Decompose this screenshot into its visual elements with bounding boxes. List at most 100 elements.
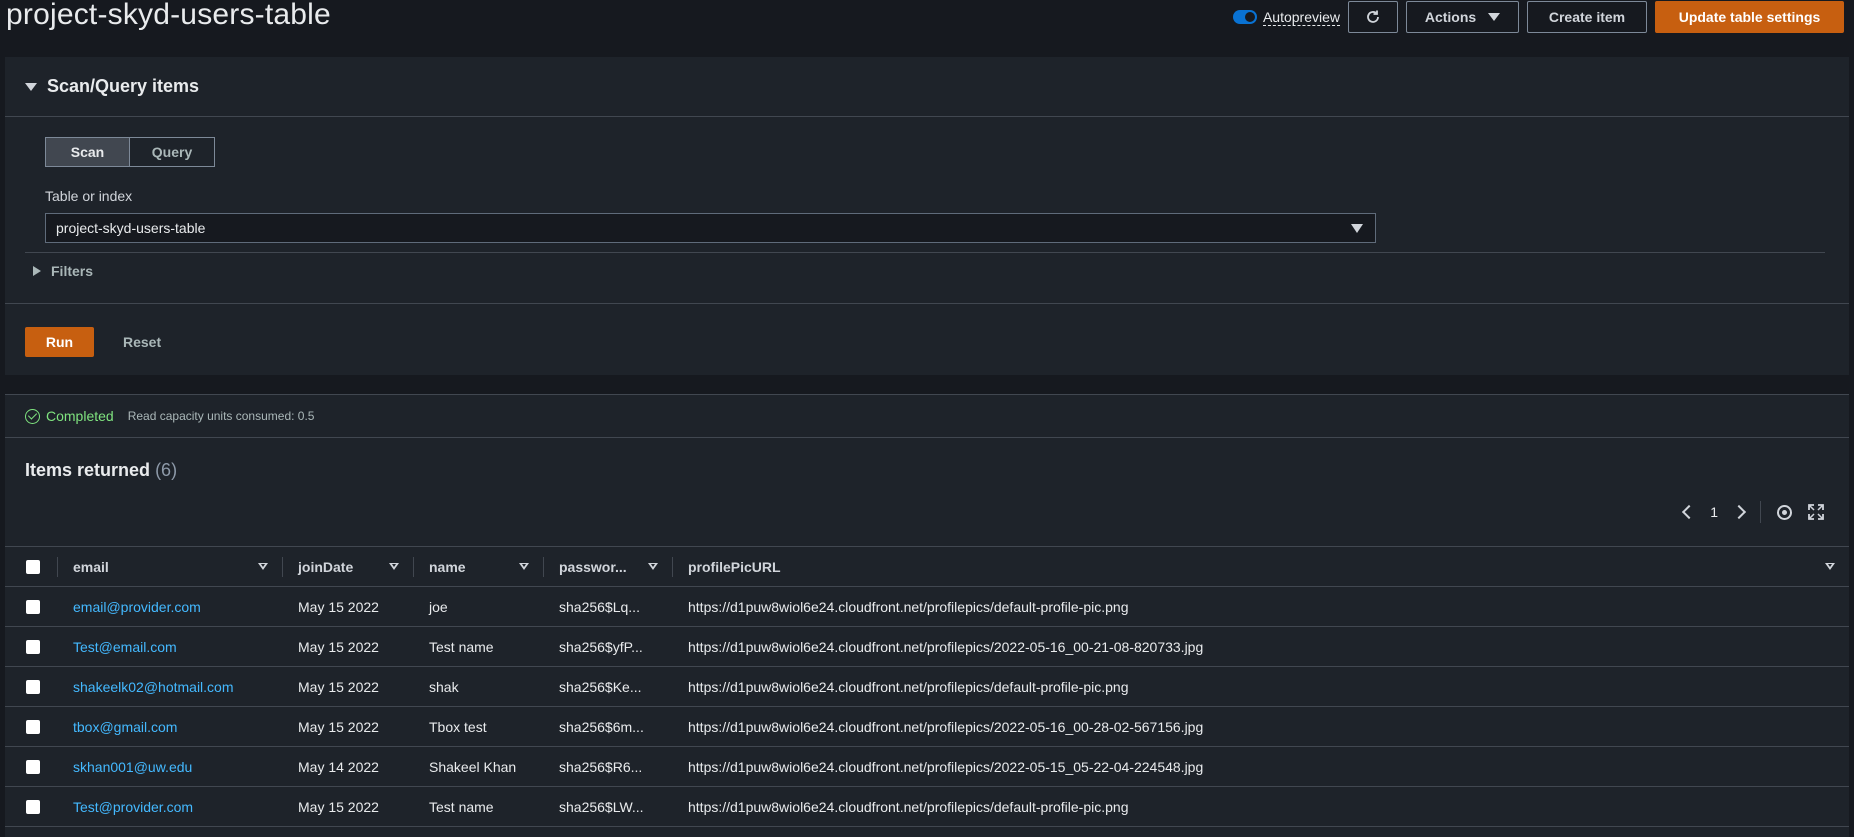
header-actions: Autopreview Actions Create item Update t… <box>1232 0 1844 34</box>
row-checkbox[interactable] <box>26 679 40 694</box>
profile-pic-url-cell: https://d1puw8wiol6e24.cloudfront.net/pr… <box>688 598 1129 615</box>
column-divider <box>672 557 673 577</box>
scan-query-segmented-control: Scan Query <box>45 137 215 167</box>
status-text: Completed <box>46 408 114 424</box>
column-name[interactable]: name <box>413 547 543 587</box>
page-title: project-skyd-users-table <box>6 0 331 31</box>
run-actions: Run Reset <box>5 303 1849 375</box>
column-divider <box>413 557 414 577</box>
row-checkbox[interactable] <box>26 599 40 614</box>
select-all-cell <box>5 547 57 587</box>
table-row[interactable]: tbox@gmail.com May 15 2022 Tbox test sha… <box>5 707 1849 747</box>
table-row[interactable]: email@provider.com May 15 2022 joe sha25… <box>5 587 1849 627</box>
autopreview-toggle[interactable] <box>1232 10 1257 24</box>
name-cell: Shakeel Khan <box>429 758 517 775</box>
table-row[interactable]: Test@provider.com May 15 2022 Test name … <box>5 787 1849 827</box>
column-profilepicurl[interactable]: profilePicURL <box>672 547 1849 587</box>
row-checkbox[interactable] <box>26 719 40 734</box>
chevron-right-icon[interactable] <box>1731 504 1747 520</box>
join-date-cell: May 15 2022 <box>298 798 379 815</box>
password-cell: sha256$Ke... <box>559 678 642 695</box>
column-joindate[interactable]: joinDate <box>282 547 413 587</box>
scan-query-header[interactable]: Scan/Query items <box>5 57 1849 117</box>
select-caret-icon <box>1351 224 1363 233</box>
reset-button[interactable]: Reset <box>123 327 161 357</box>
password-cell: sha256$6m... <box>559 718 644 735</box>
tab-query[interactable]: Query <box>130 138 214 166</box>
column-email-label: email <box>73 558 109 575</box>
expand-caret-icon[interactable] <box>33 265 41 276</box>
create-item-label: Create item <box>1548 9 1626 25</box>
update-table-settings-button[interactable]: Update table settings <box>1655 1 1844 33</box>
row-checkbox[interactable] <box>26 759 40 774</box>
sort-caret-icon[interactable] <box>258 563 268 570</box>
sort-caret-icon[interactable] <box>648 563 658 570</box>
table-or-index-value: project-skyd-users-table <box>56 220 206 236</box>
scan-query-panel: Scan/Query items Scan Query Table or ind… <box>5 57 1849 375</box>
column-divider <box>543 557 544 577</box>
pager-divider <box>1760 501 1761 523</box>
row-checkbox[interactable] <box>26 799 40 814</box>
fullscreen-icon[interactable] <box>1808 504 1824 520</box>
password-cell: sha256$LW... <box>559 798 644 815</box>
profile-pic-url-cell: https://d1puw8wiol6e24.cloudfront.net/pr… <box>688 638 1204 655</box>
password-cell: sha256$yfP... <box>559 638 643 655</box>
profile-pic-url-cell: https://d1puw8wiol6e24.cloudfront.net/pr… <box>688 758 1204 775</box>
tab-scan[interactable]: Scan <box>46 138 130 166</box>
join-date-cell: May 15 2022 <box>298 718 379 735</box>
filters-expander[interactable]: Filters <box>25 252 1825 288</box>
column-password[interactable]: passwor... <box>543 547 672 587</box>
table-row[interactable]: shakeelk02@hotmail.com May 15 2022 shak … <box>5 667 1849 707</box>
email-link[interactable]: Test@provider.com <box>73 799 193 815</box>
profile-pic-url-cell: https://d1puw8wiol6e24.cloudfront.net/pr… <box>688 678 1129 695</box>
items-returned-title: Items returned (6) <box>25 460 177 481</box>
select-all-checkbox[interactable] <box>26 559 40 574</box>
name-cell: Test name <box>429 798 494 815</box>
actions-button[interactable]: Actions <box>1406 1 1519 33</box>
email-link[interactable]: skhan001@uw.edu <box>73 759 192 775</box>
autopreview-toggle-wrap[interactable]: Autopreview <box>1232 9 1340 26</box>
column-profilepicurl-label: profilePicURL <box>688 558 781 575</box>
filters-label: Filters <box>51 262 94 279</box>
items-returned-label: Items returned <box>25 460 151 480</box>
status-bar: Completed Read capacity units consumed: … <box>5 394 1849 438</box>
sort-caret-icon[interactable] <box>1825 563 1835 570</box>
chevron-left-icon[interactable] <box>1682 504 1697 520</box>
email-link[interactable]: Test@email.com <box>73 639 177 655</box>
column-divider <box>282 557 283 577</box>
column-joindate-label: joinDate <box>298 558 354 575</box>
join-date-cell: May 14 2022 <box>298 758 379 775</box>
profile-pic-url-cell: https://d1puw8wiol6e24.cloudfront.net/pr… <box>688 798 1129 815</box>
email-link[interactable]: email@provider.com <box>73 599 201 615</box>
autopreview-label[interactable]: Autopreview <box>1262 9 1340 26</box>
table-row[interactable]: skhan001@uw.edu May 14 2022 Shakeel Khan… <box>5 747 1849 787</box>
table-or-index-select[interactable]: project-skyd-users-table <box>45 213 1376 243</box>
email-link[interactable]: shakeelk02@hotmail.com <box>73 679 234 695</box>
run-button[interactable]: Run <box>25 327 94 357</box>
table-row[interactable]: Test@email.com May 15 2022 Test name sha… <box>5 627 1849 667</box>
rcu-consumed-text: Read capacity units consumed: 0.5 <box>127 409 315 423</box>
column-password-label: passwor... <box>559 558 627 575</box>
actions-label: Actions <box>1424 9 1477 25</box>
password-cell: sha256$R6... <box>559 758 643 775</box>
items-count: (6) <box>155 460 178 480</box>
update-table-settings-label: Update table settings <box>1678 9 1821 25</box>
gear-icon[interactable] <box>1777 504 1792 520</box>
collapse-caret-icon[interactable] <box>25 82 37 91</box>
refresh-button[interactable] <box>1348 1 1398 33</box>
page-header: project-skyd-users-table Autopreview Act… <box>0 0 1854 56</box>
create-item-button[interactable]: Create item <box>1527 1 1647 33</box>
name-cell: Test name <box>429 638 494 655</box>
column-email[interactable]: email <box>57 547 282 587</box>
caret-down-icon <box>1488 13 1501 21</box>
sort-caret-icon[interactable] <box>519 563 529 570</box>
name-cell: joe <box>429 598 448 615</box>
email-link[interactable]: tbox@gmail.com <box>73 719 177 735</box>
page-number[interactable]: 1 <box>1710 504 1718 520</box>
scan-query-title: Scan/Query items <box>47 76 200 96</box>
row-checkbox[interactable] <box>26 639 40 654</box>
join-date-cell: May 15 2022 <box>298 598 379 615</box>
sort-caret-icon[interactable] <box>389 563 399 570</box>
name-cell: Tbox test <box>429 718 487 735</box>
join-date-cell: May 15 2022 <box>298 638 379 655</box>
